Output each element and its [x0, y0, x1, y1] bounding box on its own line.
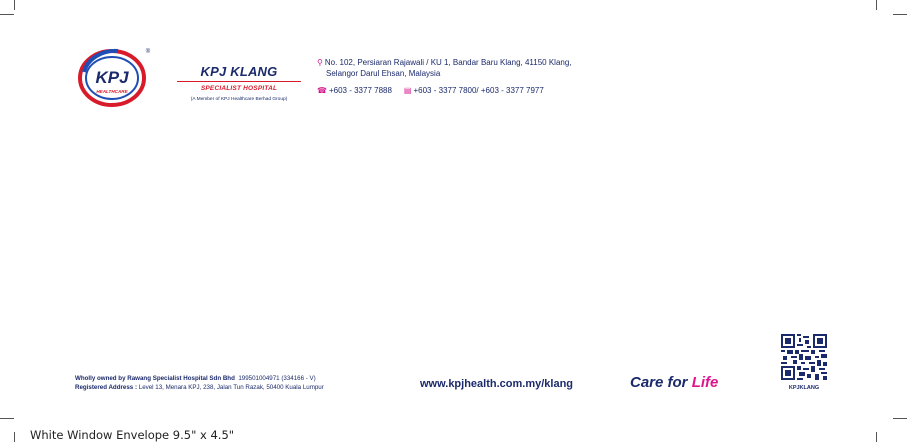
- crop-mark-bottom-right: [876, 432, 877, 442]
- crop-mark-left-bottom: [0, 418, 14, 419]
- company-registration: 199501004971 (334166 - V): [238, 375, 316, 382]
- brand-name: KPJ KLANG: [200, 64, 278, 79]
- brand-block: KPJ KLANG SPECIALIST HOSPITAL (A Member …: [169, 64, 309, 102]
- registered-mark: ®: [146, 48, 151, 55]
- owned-label: Wholly owned by Rawang Specialist Hospit…: [75, 375, 235, 382]
- registered-address-label: Registered Address :: [75, 384, 138, 391]
- location-pin-icon: ⚲: [317, 58, 323, 67]
- address-line-2: Selangor Darul Ehsan, Malaysia: [326, 68, 441, 78]
- tagline: Care for Life: [630, 374, 718, 391]
- tagline-care: Care for: [630, 374, 692, 391]
- brand-subtitle: SPECIALIST HOSPITAL: [200, 85, 278, 92]
- brand-member-note: (A Member of KPJ Healthcare Berhad Group…: [190, 97, 288, 102]
- fax-icon: ▤: [403, 86, 412, 95]
- envelope-sheet: KPJ HEALTHCARE ® KPJ KLANG SPECIALIST HO…: [26, 14, 888, 419]
- fax-number: +603 - 3377 7800/ +603 - 3377 7977: [413, 86, 544, 95]
- document-caption: White Window Envelope 9.5" x 4.5": [30, 428, 235, 442]
- crop-mark-bottom-left: [14, 432, 15, 442]
- brand-divider: [177, 81, 301, 82]
- crop-mark-right-top: [893, 14, 907, 15]
- footer-legal: Wholly owned by Rawang Specialist Hospit…: [75, 374, 324, 392]
- address-line-1: No. 102, Persiaran Rajawali / KU 1, Band…: [324, 58, 572, 67]
- crop-mark-right-bottom: [893, 418, 907, 419]
- logo-ring-text: HEALTHCARE: [96, 89, 128, 94]
- phone-number: +603 - 3377 7888: [328, 86, 392, 95]
- crop-mark-left-top: [0, 14, 14, 15]
- crop-mark-top-right: [876, 0, 877, 10]
- qr-code: [781, 334, 827, 380]
- telephone-icon: ☎: [317, 86, 327, 95]
- qr-label: KPJKLANG: [788, 385, 820, 391]
- registered-address-value: Level 13, Menara KPJ, 238, Jalan Tun Raz…: [138, 384, 324, 391]
- hospital-address: ⚲ No. 102, Persiaran Rajawali / KU 1, Ban…: [317, 58, 572, 79]
- kpj-logo: KPJ HEALTHCARE ®: [78, 44, 154, 108]
- crop-mark-top-left: [14, 0, 15, 10]
- contact-line: ☎ +603 - 3377 7888 ▤ +603 - 3377 7800/ +603…: [317, 86, 544, 95]
- tagline-life: Life: [691, 374, 719, 391]
- logo-wordmark: KPJ: [95, 68, 129, 87]
- website-url: www.kpjhealth.com.my/klang: [420, 378, 574, 390]
